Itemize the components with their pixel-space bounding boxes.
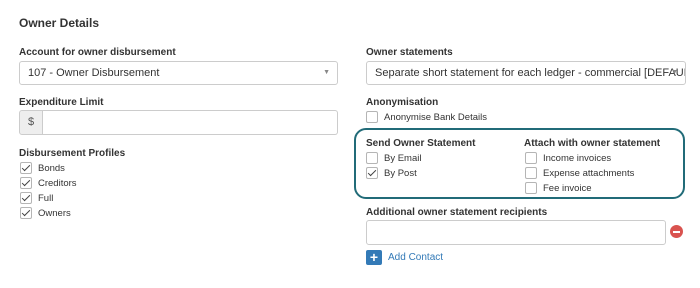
caret-down-icon: ▼ [671,69,678,76]
additional-recipients-input[interactable] [366,220,666,245]
disbursement-account-label: Account for owner disbursement [19,47,176,58]
send-by-email[interactable]: By Email [366,152,421,164]
checkbox-icon[interactable] [525,167,537,179]
profile-creditors-label: Creditors [38,177,77,189]
owner-statements-value: Separate short statement for each ledger… [375,67,686,79]
send-by-post-label: By Post [384,167,417,179]
checkmark-icon[interactable] [20,177,32,189]
profile-creditors[interactable]: Creditors [20,177,77,189]
anonymise-bank-details[interactable]: Anonymise Bank Details [366,111,487,123]
expenditure-limit-label: Expenditure Limit [19,97,104,108]
checkbox-icon[interactable] [525,152,537,164]
caret-down-icon: ▼ [323,69,330,76]
send-by-post[interactable]: By Post [366,167,417,179]
disbursement-account-select[interactable]: 107 - Owner Disbursement ▼ [19,61,338,85]
send-by-email-label: By Email [384,152,422,164]
checkmark-icon[interactable] [366,167,378,179]
expenditure-limit-input[interactable] [43,110,338,135]
checkmark-icon[interactable] [20,207,32,219]
profile-bonds[interactable]: Bonds [20,162,65,174]
profile-full-label: Full [38,192,54,204]
plus-icon[interactable]: + [366,250,382,265]
additional-recipients-group [366,220,666,245]
checkbox-icon[interactable] [366,111,378,123]
attach-income-invoices-label: Income invoices [543,152,612,164]
owner-statements-label: Owner statements [366,47,453,58]
anonymise-bank-details-label: Anonymise Bank Details [384,111,487,123]
add-contact-link[interactable]: Add Contact [388,252,443,263]
profile-bonds-label: Bonds [38,162,65,174]
disbursement-profiles-label: Disbursement Profiles [19,148,126,159]
profile-owners[interactable]: Owners [20,207,71,219]
checkbox-icon[interactable] [525,182,537,194]
anonymisation-label: Anonymisation [366,97,439,108]
checkmark-icon[interactable] [20,162,32,174]
attach-fee-invoice-label: Fee invoice [543,182,592,194]
owner-statements-select[interactable]: Separate short statement for each ledger… [366,61,686,85]
send-owner-statement-label: Send Owner Statement [366,138,476,149]
additional-recipients-label: Additional owner statement recipients [366,207,548,218]
attach-expense-attachments[interactable]: Expense attachments [525,167,634,179]
profile-owners-label: Owners [38,207,71,219]
attach-fee-invoice[interactable]: Fee invoice [525,182,592,194]
remove-recipient-icon[interactable] [670,225,683,238]
checkbox-icon[interactable] [366,152,378,164]
currency-prefix: $ [19,110,43,135]
attach-with-statement-label: Attach with owner statement [524,138,661,149]
attach-income-invoices[interactable]: Income invoices [525,152,611,164]
profile-full[interactable]: Full [20,192,53,204]
attach-expense-attachments-label: Expense attachments [543,167,635,179]
expenditure-limit-group: $ [19,110,338,135]
checkmark-icon[interactable] [20,192,32,204]
disbursement-account-value: 107 - Owner Disbursement [28,67,160,79]
section-title: Owner Details [19,16,100,30]
